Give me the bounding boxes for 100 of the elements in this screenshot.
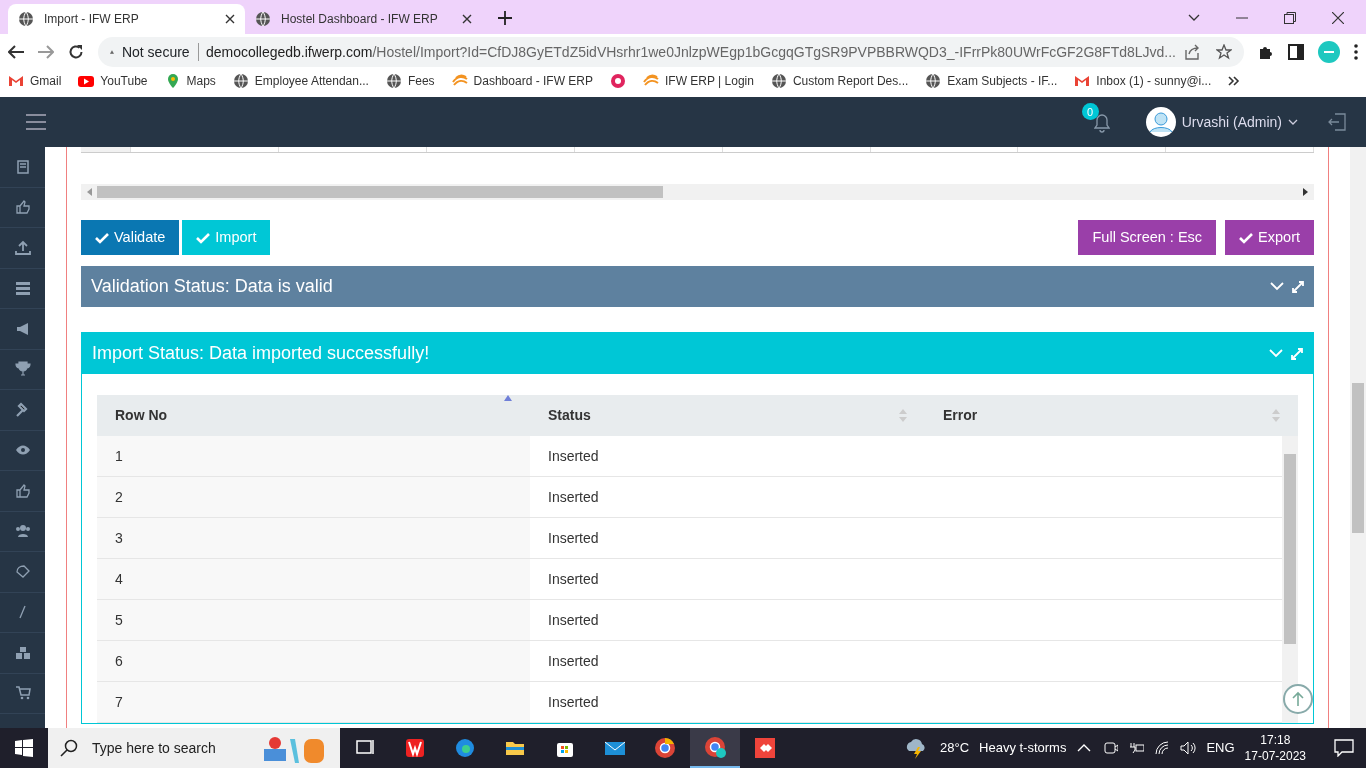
new-tab-icon[interactable] — [498, 11, 512, 25]
close-icon[interactable] — [1332, 12, 1344, 24]
validate-button[interactable]: Validate — [81, 220, 180, 255]
bookmark-link[interactable]: Employee Attendan... — [232, 71, 369, 90]
windows-logo-icon — [15, 739, 33, 757]
page-scrollbar[interactable] — [1350, 147, 1366, 728]
user-menu[interactable]: Urvashi (Admin) — [1145, 107, 1298, 137]
column-header[interactable]: Row No — [97, 405, 530, 426]
clock-date[interactable]: 17-07-2023 — [1244, 748, 1306, 765]
fullscreen-button[interactable]: Full Screen : Esc — [1078, 220, 1217, 255]
close-icon[interactable] — [462, 14, 472, 24]
globe-icon — [255, 11, 271, 27]
table-cell-text: Inserted — [547, 446, 600, 466]
browser-tab[interactable]: Hostel Dashboard - IFW ERP — [245, 4, 482, 34]
table-scrollbar[interactable] — [1282, 436, 1298, 723]
expand-icon[interactable] — [1292, 280, 1304, 293]
reload-icon[interactable] — [68, 44, 84, 60]
bookmark-link[interactable]: IFW ERP | Login — [643, 71, 754, 90]
swirl-browser-icon[interactable] — [454, 737, 476, 759]
trophy-icon[interactable] — [14, 361, 31, 378]
bookmark-link[interactable]: Exam Subjects - IF... — [925, 71, 1058, 90]
star-icon[interactable] — [1216, 44, 1232, 60]
table-cell: 2 — [97, 477, 530, 517]
more-menu-icon[interactable] — [1354, 44, 1358, 60]
round-browser-icon[interactable] — [704, 736, 726, 758]
bookmark-link[interactable]: Fees — [385, 71, 435, 90]
taskbar-search-box[interactable]: Type here to search — [48, 728, 340, 768]
table-cell-text: Inserted — [547, 528, 600, 548]
table-cell: 4 — [97, 559, 530, 599]
table-cell-text: Inserted — [547, 651, 600, 671]
column-header[interactable]: Error — [925, 405, 1298, 426]
forward-arrow-icon[interactable] — [38, 45, 54, 59]
battery-plug-icon[interactable] — [1128, 740, 1145, 756]
chevron-down-icon[interactable] — [1188, 14, 1200, 22]
clock-time[interactable]: 17:18 — [1260, 731, 1291, 748]
url-text[interactable]: democollegedb.ifwerp.com/Hostel/Import?Id=CfDJ8GyETdZ5idVHsrhr1we0JnlzpWEgp1bGcgqGTgSR9PVPBBRWQD3_-IFrrPk80UWrFcGF2G8FTd8LJvd... — [205, 41, 1176, 63]
bookmark-link[interactable]: YouTube — [78, 71, 148, 90]
check-icon — [196, 231, 211, 244]
server-icon[interactable] — [14, 280, 31, 297]
weather-text: Heavy t-storms — [979, 739, 1067, 758]
globe-icon — [18, 11, 34, 27]
bookmark-link[interactable]: Custom Report Des... — [770, 71, 909, 90]
table-cell: 1 — [97, 436, 530, 476]
security-label: Not secure — [121, 42, 190, 62]
bookmark-link[interactable]: Dashboard - IFW ERP — [451, 71, 593, 90]
tag-icon[interactable] — [14, 563, 31, 580]
speaker-icon[interactable] — [1180, 740, 1197, 756]
bookmark-link[interactable]: Maps — [164, 71, 216, 90]
side-panel-icon[interactable] — [1288, 44, 1304, 60]
scroll-right-icon[interactable] — [1303, 188, 1309, 196]
temperature-text: 28°C — [940, 739, 970, 758]
export-button[interactable]: Export — [1225, 220, 1314, 255]
chevron-down-icon — [1288, 119, 1298, 125]
megaphone-icon[interactable] — [14, 320, 31, 337]
users-icon[interactable] — [14, 523, 31, 540]
user-avatar-icon — [1145, 107, 1176, 137]
notification-icon[interactable] — [1334, 739, 1354, 757]
document-logo-icon[interactable] — [404, 737, 426, 759]
share-icon[interactable] — [1184, 44, 1200, 60]
upload-icon[interactable] — [14, 239, 31, 256]
language-indicator[interactable]: ENG — [1206, 738, 1235, 758]
wifi-icon[interactable] — [1154, 740, 1171, 756]
logout-icon[interactable] — [1328, 113, 1346, 131]
chevron-right-icon[interactable] — [1228, 75, 1241, 86]
thumbs-up-icon[interactable] — [14, 482, 31, 499]
cart-icon[interactable] — [14, 685, 31, 702]
browser-tab[interactable]: Import - IFW ERP — [8, 4, 245, 34]
panel-title: Validation Status: Data is valid — [91, 275, 333, 298]
table-cell: 5 — [97, 600, 530, 640]
horizontal-scrollbar[interactable] — [81, 184, 1314, 200]
table-cell-text: Inserted — [547, 487, 600, 507]
table-cell: 3 — [97, 518, 530, 558]
close-icon[interactable] — [225, 14, 235, 24]
arrow-up-icon — [1291, 691, 1305, 707]
taskbar-search-field[interactable]: Type here to search — [90, 736, 250, 760]
search-icon — [60, 739, 78, 757]
round-browser-icon[interactable] — [654, 737, 676, 759]
bookmark-link[interactable]: Inbox (1) - sunny@i... — [1074, 71, 1212, 90]
menu-icon[interactable] — [26, 114, 46, 130]
restore-icon[interactable] — [1284, 12, 1296, 24]
panel-title: Import Status: Data imported successfully! — [92, 342, 430, 365]
notification-count: 0 — [1081, 103, 1099, 121]
table-cell-text: Inserted — [547, 569, 600, 589]
column-header[interactable]: Status — [530, 405, 925, 426]
diamond-logo-icon[interactable] — [754, 737, 776, 759]
address-bar[interactable]: Not secure democollegedb.ifwerp.com/Hostel/Import?Id=CfDJ8GyETdZ5idVHsrhr1we0JnlzpWEgp1bGcgqGTgSR9PVPBBRWQD3_-IFrrPk80UWrFcGF2G8FTd8LJvd... — [98, 37, 1244, 67]
check-icon — [1239, 231, 1254, 244]
table-cell: 7 — [97, 682, 530, 722]
bell-icon[interactable] — [1093, 112, 1110, 133]
round-logo-icon[interactable] — [610, 72, 626, 89]
table-cell-text: Inserted — [547, 610, 600, 630]
table-cell-text: Inserted — [547, 692, 600, 712]
cubes-icon[interactable] — [14, 644, 31, 661]
puzzle-icon[interactable] — [1258, 44, 1274, 60]
book-icon[interactable] — [14, 158, 31, 175]
back-arrow-icon[interactable] — [8, 45, 24, 59]
table-cell: 6 — [97, 641, 530, 681]
camera-icon[interactable] — [1102, 740, 1119, 756]
bookmark-link[interactable]: Gmail — [8, 71, 62, 90]
thumbs-up-icon[interactable] — [14, 199, 31, 216]
